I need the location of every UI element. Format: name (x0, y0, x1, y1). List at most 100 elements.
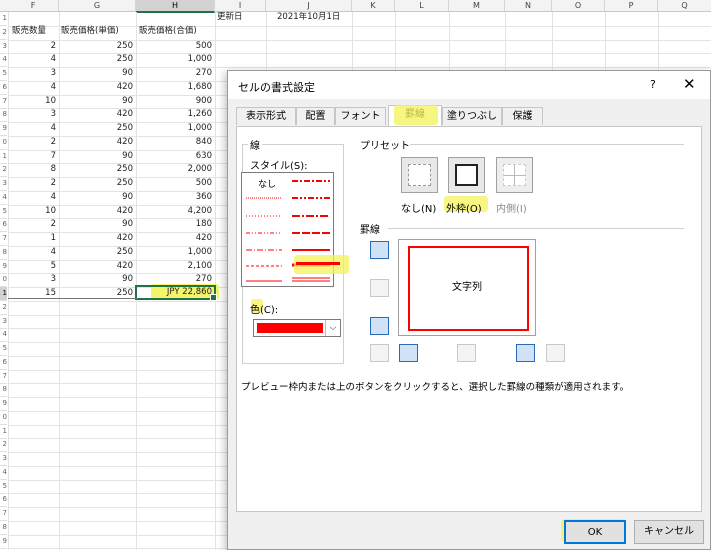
row-number[interactable]: 5 (0, 205, 7, 219)
cell-total[interactable]: 2,000 (136, 163, 215, 176)
border-left-button[interactable] (399, 344, 418, 362)
cancel-button[interactable]: キャンセル (634, 520, 704, 544)
cell-qty[interactable]: 10 (8, 205, 59, 218)
row-number[interactable]: 4 (0, 328, 7, 343)
border-right-button[interactable] (516, 344, 535, 362)
header-total-price[interactable]: 販売価格(合価) (137, 25, 215, 38)
row-number[interactable]: 6 (0, 218, 7, 233)
date-label[interactable]: 更新日 (215, 11, 265, 24)
row-number[interactable]: 4 (0, 191, 7, 205)
ok-button[interactable]: OK (564, 520, 626, 544)
cell-total[interactable]: 500 (136, 40, 215, 53)
cell-total[interactable]: 420 (136, 232, 215, 245)
cell-total[interactable]: 2,100 (136, 260, 215, 273)
row-number[interactable]: 1 (0, 150, 7, 164)
column-header-l[interactable]: L (395, 0, 449, 11)
column-header-o[interactable]: O (552, 0, 605, 11)
border-middle-h-button[interactable] (370, 279, 389, 297)
tab-protection[interactable]: 保護 (502, 107, 543, 125)
row-number[interactable]: 5 (0, 480, 7, 494)
cell-qty[interactable]: 4 (8, 191, 59, 204)
row-number[interactable]: 6 (0, 356, 7, 370)
tab-font[interactable]: フォント (335, 107, 386, 125)
cell-qty[interactable]: 4 (8, 81, 59, 94)
cell-price[interactable]: 250 (59, 177, 136, 190)
preset-inside-button[interactable] (496, 157, 533, 193)
cell-qty[interactable]: 8 (8, 163, 59, 176)
row-number[interactable]: 7 (0, 370, 7, 384)
cell-price[interactable]: 250 (59, 40, 136, 53)
cell-qty[interactable]: 5 (8, 260, 59, 273)
tab-alignment[interactable]: 配置 (296, 107, 335, 125)
cell-price[interactable]: 90 (59, 150, 136, 163)
cell-price[interactable]: 420 (59, 81, 136, 94)
column-header-n[interactable]: N (505, 0, 552, 11)
cell-price[interactable]: 420 (59, 205, 136, 218)
cell-total[interactable]: 360 (136, 191, 215, 204)
column-header-h[interactable]: H (136, 0, 215, 13)
row-number[interactable]: 2 (0, 301, 7, 315)
header-qty[interactable]: 販売数量 (10, 25, 60, 38)
cell-total[interactable]: 500 (136, 177, 215, 190)
border-bottom-button[interactable] (370, 317, 389, 335)
row-number[interactable]: 7 (0, 232, 7, 246)
row-number[interactable]: 0 (0, 273, 7, 288)
cell-price[interactable]: 420 (59, 136, 136, 149)
cell-price[interactable]: 90 (59, 67, 136, 80)
cell-price[interactable]: 420 (59, 108, 136, 121)
cell-total[interactable]: 840 (136, 136, 215, 149)
row-number[interactable]: 4 (0, 466, 7, 480)
preset-outline-button[interactable] (448, 157, 485, 193)
cell-total[interactable]: 1,000 (136, 53, 215, 66)
border-top-button[interactable] (370, 241, 389, 259)
cell-total[interactable]: 1,260 (136, 108, 215, 121)
row-number[interactable]: 8 (0, 383, 7, 398)
total-cell[interactable]: JPY 22,860 (137, 286, 215, 299)
column-header-g[interactable]: G (59, 0, 136, 11)
cell-total[interactable]: 4,200 (136, 205, 215, 218)
border-middle-v-button[interactable] (457, 344, 476, 362)
cell-price[interactable]: 250 (59, 53, 136, 66)
row-number[interactable]: 9 (0, 260, 7, 274)
cell-price[interactable]: 420 (59, 232, 136, 245)
cell-total[interactable]: 1,000 (136, 122, 215, 135)
row-number[interactable]: 6 (0, 493, 7, 508)
cell-qty[interactable]: 3 (8, 108, 59, 121)
cell-total[interactable]: 180 (136, 218, 215, 231)
color-dropdown[interactable]: ⌵ (253, 319, 341, 337)
row-number[interactable]: 3 (0, 315, 7, 329)
column-header-f[interactable]: F (8, 0, 59, 11)
preset-none-button[interactable] (401, 157, 438, 193)
chevron-down-icon[interactable]: ⌵ (325, 320, 340, 336)
help-icon[interactable]: ? (650, 78, 656, 91)
row-number[interactable]: 8 (0, 246, 7, 260)
cell-qty[interactable]: 2 (8, 177, 59, 190)
row-number[interactable]: 4 (0, 53, 7, 68)
cell-total[interactable]: 1,000 (136, 246, 215, 259)
row-number[interactable]: 1 (0, 12, 7, 26)
cell-price[interactable]: 90 (59, 273, 136, 286)
cell-total[interactable]: 270 (136, 67, 215, 80)
column-header-m[interactable]: M (449, 0, 505, 11)
row-number[interactable]: 2 (0, 438, 7, 453)
cell-qty[interactable]: 3 (8, 273, 59, 286)
preset-none-label[interactable]: なし(N) (401, 200, 436, 215)
row-number[interactable]: 2 (0, 163, 7, 178)
row-number[interactable]: 3 (0, 177, 7, 191)
row-number[interactable]: 9 (0, 397, 7, 411)
cell-qty[interactable]: 10 (8, 95, 59, 108)
cell-qty[interactable]: 3 (8, 67, 59, 80)
column-header-j[interactable]: J (266, 0, 352, 11)
cell-qty[interactable]: 4 (8, 53, 59, 66)
cell-qty[interactable]: 2 (8, 218, 59, 231)
column-header-k[interactable]: K (352, 0, 395, 11)
cell-price[interactable]: 420 (59, 260, 136, 273)
row-number[interactable]: 5 (0, 67, 7, 81)
row-number[interactable]: 3 (0, 452, 7, 466)
cell-qty[interactable]: 4 (8, 122, 59, 135)
row-number[interactable]: 6 (0, 81, 7, 95)
row-number[interactable]: 5 (0, 342, 7, 356)
column-header-i[interactable]: I (215, 0, 266, 11)
row-number[interactable]: 7 (0, 95, 7, 109)
row-number[interactable]: 8 (0, 108, 7, 123)
